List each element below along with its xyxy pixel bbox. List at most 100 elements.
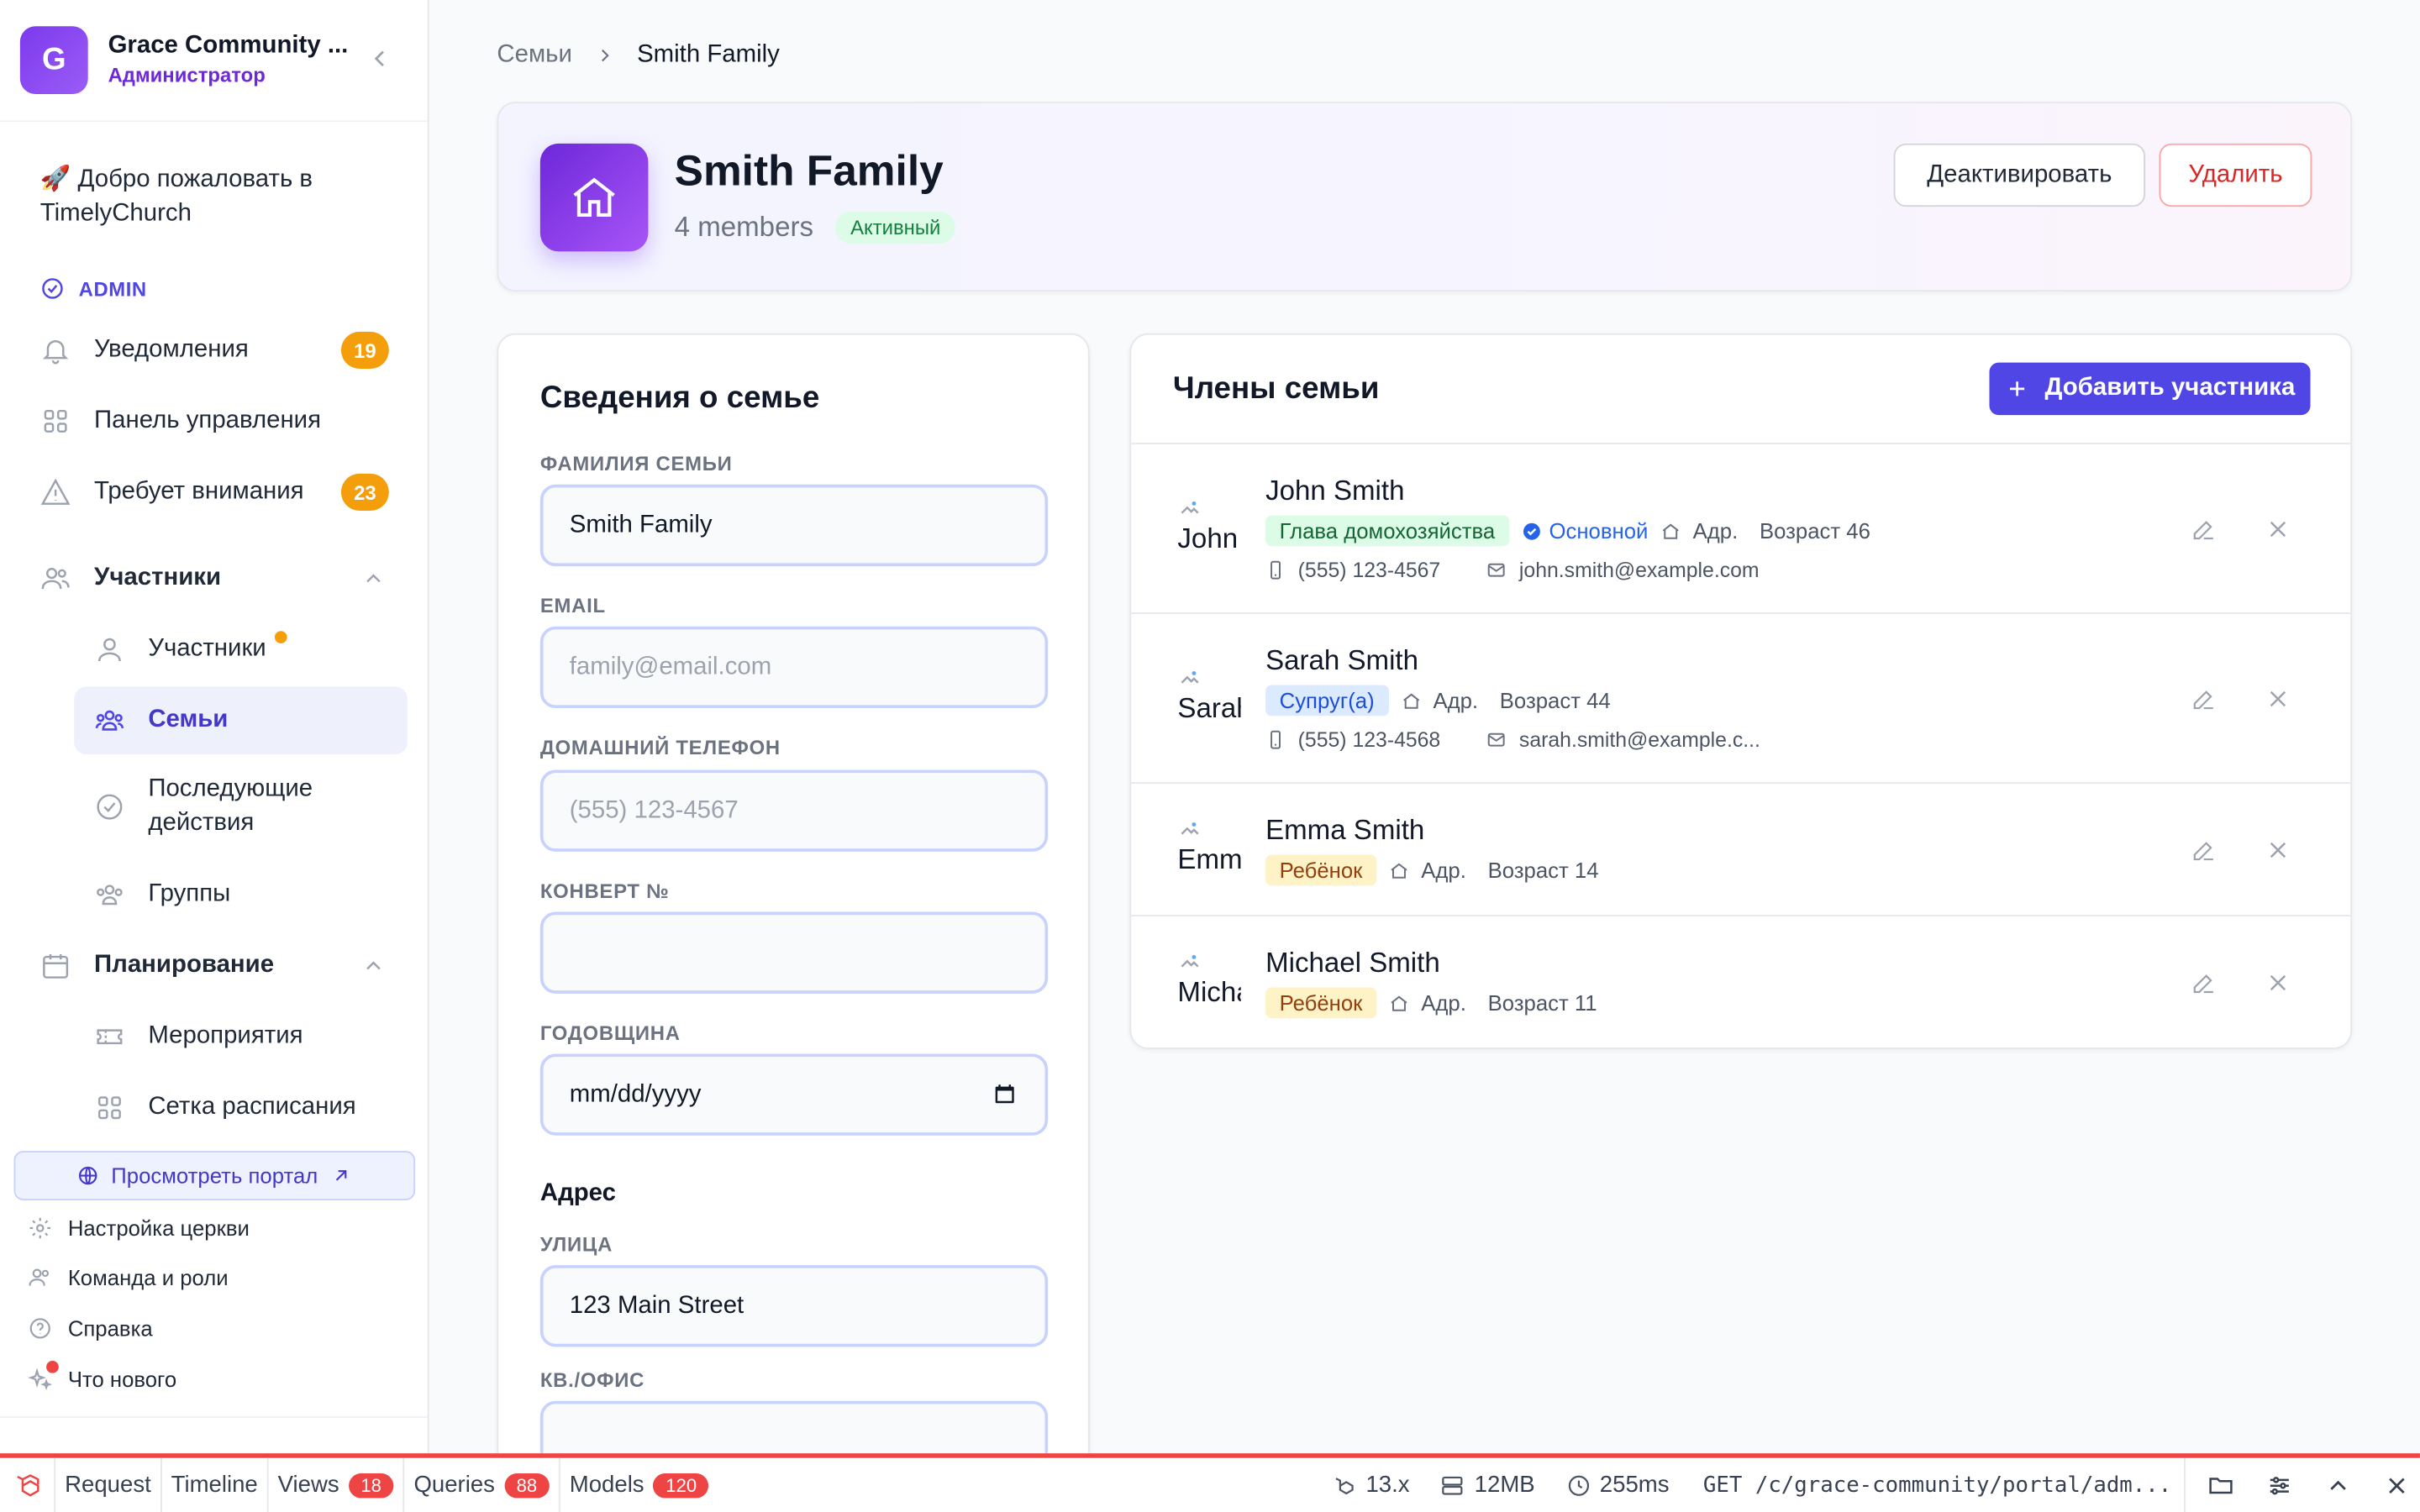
member-email[interactable]: john.smith@example.com (1519, 559, 1760, 582)
home-phone-input[interactable]: (555) 123-4567 (539, 769, 1049, 852)
breadcrumb-families-link[interactable]: Семьи (497, 42, 572, 70)
welcome-link[interactable]: 🚀 Добро пожаловать в TimelyChurch (40, 164, 380, 232)
debug-tab-queries[interactable]: Queries 88 (404, 1457, 560, 1512)
sidebar-item-attention[interactable]: Требует внимания 23 (40, 461, 395, 522)
debug-tab-models[interactable]: Models 120 (560, 1458, 718, 1512)
debug-tab-label: Queries (413, 1472, 495, 1499)
member-row[interactable]: Michael Michael Smith Ребёнок Адр. Возра… (1131, 915, 2351, 1047)
sidebar-group-members[interactable]: Участники (40, 548, 395, 609)
server-icon (1440, 1473, 1465, 1497)
debug-tab-views[interactable]: Views 18 (269, 1457, 405, 1512)
mail-icon (1486, 730, 1507, 750)
sidebar-item-label: Что нового (67, 1367, 177, 1392)
sidebar-item-label: Сетка расписания (148, 1094, 356, 1121)
debug-stats: 13.x 12MB 255ms GET /c/grace-community/p… (1323, 1457, 2420, 1512)
anniversary-date-value: mm/dd/yyyy (569, 1080, 702, 1107)
remove-icon[interactable] (2264, 515, 2291, 543)
sidebar-group-planning[interactable]: Планирование (40, 935, 395, 996)
chevron-up-icon[interactable] (2315, 1458, 2361, 1512)
envelope-number-input[interactable] (539, 911, 1049, 994)
notifications-count-badge: 19 (340, 331, 389, 369)
anniversary-date-input[interactable]: mm/dd/yyyy (539, 1053, 1049, 1136)
broken-image-icon (1179, 817, 1201, 839)
home-icon (1389, 860, 1409, 880)
sidebar-item-families[interactable]: Семьи (74, 686, 408, 755)
avatar-alt-text: Sarah (1177, 692, 1240, 724)
member-name[interactable]: Michael Smith (1265, 948, 1440, 980)
debug-memory: 12MB (1431, 1472, 1544, 1498)
member-address-label: Адр. (1692, 518, 1739, 543)
users-group-icon (94, 705, 125, 736)
family-name-label: ФАМИЛИЯ СЕМЬИ (539, 452, 733, 475)
edit-icon[interactable] (2190, 515, 2217, 543)
sidebar-item-groups[interactable]: Группы (74, 861, 408, 929)
member-age: Возраст 14 (1487, 858, 1599, 883)
sidebar-item-label: Уведомления (94, 336, 249, 363)
member-name[interactable]: Sarah Smith (1265, 645, 1418, 678)
member-address-label: Адр. (1433, 688, 1479, 713)
view-portal-button[interactable]: Просмотреть портал (13, 1151, 416, 1200)
chevron-up-icon (361, 953, 386, 978)
member-row[interactable]: Sarah Sarah Smith Супруг(а) Адр. Возраст… (1131, 612, 2351, 782)
sidebar-item-followups[interactable]: Последующие действия (74, 771, 408, 842)
plus-icon (2005, 376, 2029, 401)
edit-icon[interactable] (2190, 836, 2217, 864)
folder-open-icon[interactable] (2197, 1458, 2244, 1512)
member-role-badge: Ребёнок (1265, 854, 1376, 886)
edit-icon[interactable] (2190, 685, 2217, 712)
member-row[interactable]: John John Smith Глава домохозяйства Осно… (1131, 443, 2351, 612)
member-phone[interactable]: (555) 123-4568 (1298, 728, 1441, 752)
check-circle-icon (40, 276, 65, 301)
sidebar-item-help[interactable]: Справка (28, 1310, 153, 1347)
delete-button[interactable]: Удалить (2159, 143, 2312, 207)
sidebar-item-dashboard[interactable]: Панель управления (40, 391, 395, 452)
avatar: John (1173, 496, 1241, 564)
collapse-sidebar-icon[interactable] (366, 45, 393, 72)
member-name[interactable]: John Smith (1265, 475, 1404, 508)
add-member-button[interactable]: Добавить участника (1989, 362, 2311, 416)
debug-tab-request[interactable]: Request (55, 1457, 162, 1512)
laravel-logo-icon[interactable] (0, 1457, 56, 1512)
remove-icon[interactable] (2264, 836, 2291, 864)
email-input[interactable]: family@email.com (539, 626, 1049, 709)
street-input[interactable]: 123 Main Street (539, 1265, 1049, 1347)
sidebar-item-schedule-grid[interactable]: Сетка расписания (74, 1074, 408, 1142)
remove-icon[interactable] (2264, 969, 2291, 996)
member-row[interactable]: Emma Emma Smith Ребёнок Адр. Возраст 14 (1131, 782, 2351, 915)
sidebar-item-label: Участники (148, 635, 266, 662)
settings-sliders-icon[interactable] (2256, 1458, 2302, 1512)
sidebar-item-members[interactable]: Участники (74, 616, 408, 684)
sidebar-item-notifications[interactable]: Уведомления 19 (40, 319, 395, 381)
debug-route[interactable]: GET /c/grace-community/portal/adm... (1691, 1457, 2186, 1512)
family-name-input[interactable]: Smith Family (539, 484, 1049, 567)
deactivate-button[interactable]: Деактивировать (1893, 143, 2146, 207)
sidebar-item-church-settings[interactable]: Настройка церкви (28, 1210, 250, 1247)
edit-icon[interactable] (2190, 969, 2217, 996)
user-icon (94, 634, 125, 665)
avatar: Sarah (1173, 666, 1241, 734)
member-actions (2190, 685, 2291, 712)
help-circle-icon (28, 1316, 52, 1341)
member-name[interactable]: Emma Smith (1265, 815, 1424, 848)
member-email[interactable]: sarah.smith@example.c... (1519, 728, 1760, 752)
family-summary: 4 members Активный (674, 211, 956, 244)
org-switcher[interactable]: G Grace Community ... Администратор (19, 26, 409, 95)
laravel-icon (1332, 1473, 1356, 1497)
home-icon (539, 143, 649, 252)
sidebar: G Grace Community ... Администратор 🚀 До… (0, 0, 429, 1454)
members-count: 4 members (674, 211, 813, 243)
globe-icon (77, 1165, 99, 1187)
debug-tab-timeline[interactable]: Timeline (162, 1457, 269, 1512)
admin-label: ADMIN (78, 276, 147, 301)
sidebar-item-team-roles[interactable]: Команда и роли (28, 1259, 229, 1296)
external-link-icon (330, 1165, 352, 1187)
close-icon[interactable] (2374, 1458, 2420, 1512)
calendar-icon[interactable] (992, 1082, 1017, 1106)
chevron-right-icon (594, 45, 616, 66)
sidebar-item-events[interactable]: Мероприятия (74, 1003, 408, 1071)
remove-icon[interactable] (2264, 685, 2291, 712)
member-phone[interactable]: (555) 123-4567 (1298, 559, 1441, 582)
sidebar-item-label: Команда и роли (67, 1265, 229, 1290)
sidebar-item-whats-new[interactable]: Что нового (28, 1360, 177, 1398)
member-actions (2190, 515, 2291, 543)
